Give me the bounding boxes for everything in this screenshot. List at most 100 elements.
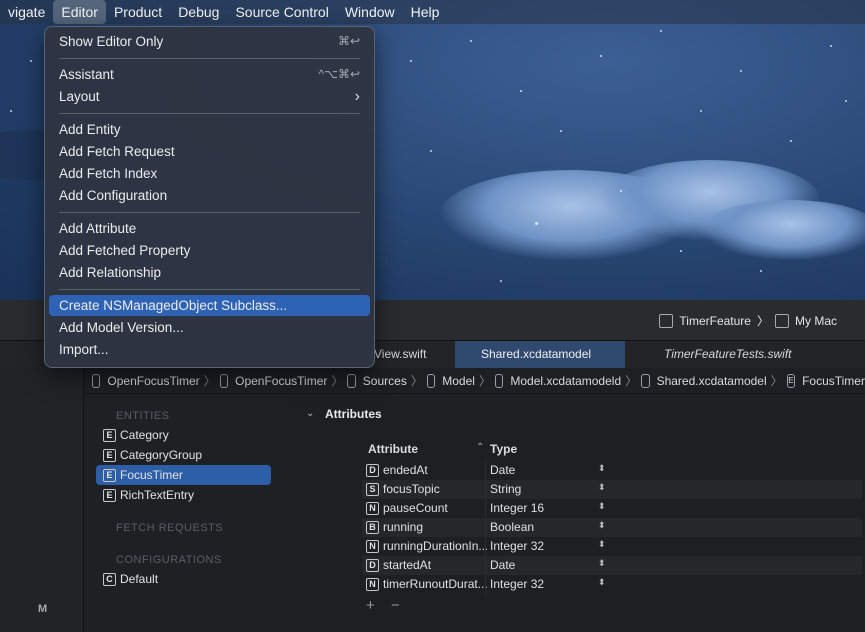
stepper-icon[interactable]: ⬍ bbox=[598, 501, 606, 512]
entity-rich-text-entry[interactable]: E RichTextEntry bbox=[96, 485, 271, 505]
attribute-type[interactable]: Integer 32 bbox=[490, 577, 544, 591]
scheme-selector[interactable]: TimerFeature 〉 My Mac bbox=[659, 312, 837, 329]
attribute-name[interactable]: runningDurationIn... bbox=[383, 539, 487, 553]
menu-item-add-fetch-request[interactable]: Add Fetch Request bbox=[49, 141, 370, 162]
scheme-name: TimerFeature bbox=[679, 313, 751, 328]
crumb-target[interactable]: OpenFocusTimer bbox=[235, 374, 327, 388]
menu-item-import[interactable]: Import... bbox=[49, 339, 370, 360]
menu-item-layout[interactable]: Layout › bbox=[49, 86, 370, 107]
crumb-model[interactable]: Model bbox=[442, 374, 475, 388]
stepper-icon[interactable]: ⬍ bbox=[598, 463, 606, 474]
entity-label: RichTextEntry bbox=[120, 488, 195, 502]
menu-item-add-fetched-property[interactable]: Add Fetched Property bbox=[49, 240, 370, 261]
mac-icon bbox=[775, 313, 789, 328]
entity-label: FocusTimer bbox=[120, 468, 183, 482]
entity-icon: E bbox=[786, 373, 796, 388]
entity-badge-icon: E bbox=[103, 489, 116, 502]
target-icon bbox=[219, 373, 229, 388]
attribute-row[interactable]: S focusTopic String ⬍ bbox=[362, 480, 862, 499]
tab-shared-xcdatamodel[interactable]: Shared.xcdatamodel bbox=[455, 341, 625, 368]
star bbox=[740, 70, 742, 72]
menu-item-add-entity[interactable]: Add Entity bbox=[49, 119, 370, 140]
crumb-xcdatamodel[interactable]: Shared.xcdatamodel bbox=[657, 374, 767, 388]
crumb-separator: 〉 bbox=[410, 374, 423, 388]
chevron-down-icon[interactable]: ⌄ bbox=[306, 408, 314, 419]
menu-item-label: Add Fetched Property bbox=[59, 243, 191, 258]
attribute-row[interactable]: N pauseCount Integer 16 ⬍ bbox=[362, 499, 862, 518]
stepper-icon[interactable]: ⬍ bbox=[598, 520, 606, 531]
attribute-row[interactable]: D startedAt Date ⬍ bbox=[362, 556, 862, 575]
menu-item-label: Add Fetch Index bbox=[59, 166, 158, 181]
remove-attribute-button[interactable]: − bbox=[391, 597, 400, 614]
attribute-name[interactable]: endedAt bbox=[383, 463, 487, 477]
tab-timer-feature-tests[interactable]: TimerFeatureTests.swift bbox=[628, 341, 808, 368]
attribute-name[interactable]: pauseCount bbox=[383, 501, 487, 515]
add-attribute-button[interactable]: + bbox=[366, 597, 375, 614]
menu-separator bbox=[59, 212, 360, 213]
star bbox=[620, 190, 622, 192]
menu-item-add-configuration[interactable]: Add Configuration bbox=[49, 185, 370, 206]
menu-item-add-model-version[interactable]: Add Model Version... bbox=[49, 317, 370, 338]
menu-item-add-relationship[interactable]: Add Relationship bbox=[49, 262, 370, 283]
menu-source-control[interactable]: Source Control bbox=[227, 0, 336, 24]
datamodel-icon bbox=[641, 373, 650, 388]
crumb-xcdatamodeld[interactable]: Model.xcdatamodeld bbox=[510, 374, 621, 388]
attribute-name[interactable]: startedAt bbox=[383, 558, 487, 572]
menu-item-label: Show Editor Only bbox=[59, 34, 164, 49]
star bbox=[845, 100, 847, 102]
menu-debug[interactable]: Debug bbox=[170, 0, 227, 24]
configuration-default[interactable]: C Default bbox=[96, 569, 271, 589]
star bbox=[600, 55, 602, 57]
menu-product[interactable]: Product bbox=[106, 0, 170, 24]
crumb-sources[interactable]: Sources bbox=[363, 374, 407, 388]
attribute-type[interactable]: Date bbox=[490, 463, 515, 477]
menu-item-add-fetch-index[interactable]: Add Fetch Index bbox=[49, 163, 370, 184]
crumb-separator: 〉 bbox=[478, 374, 491, 388]
menu-editor[interactable]: Editor bbox=[53, 0, 106, 24]
source-control-status: M bbox=[38, 603, 48, 615]
attribute-type[interactable]: Integer 32 bbox=[490, 539, 544, 553]
type-badge-icon: N bbox=[366, 502, 379, 515]
attribute-row[interactable]: N runningDurationIn... Integer 32 ⬍ bbox=[362, 537, 862, 556]
crumb-entity[interactable]: FocusTimer bbox=[802, 374, 865, 388]
menu-bar: vigate Editor Product Debug Source Contr… bbox=[0, 0, 865, 24]
stepper-icon[interactable]: ⬍ bbox=[598, 482, 606, 493]
entity-focus-timer[interactable]: E FocusTimer bbox=[96, 465, 271, 485]
stepper-icon[interactable]: ⬍ bbox=[598, 539, 606, 550]
entity-category[interactable]: E Category bbox=[96, 425, 271, 445]
stepper-icon[interactable]: ⬍ bbox=[598, 577, 606, 588]
wallpaper-cloud bbox=[700, 200, 865, 260]
tab-view-swift[interactable]: rView.swift bbox=[370, 341, 450, 368]
star bbox=[500, 280, 502, 282]
attribute-name[interactable]: running bbox=[383, 520, 487, 534]
menu-item-assistant[interactable]: Assistant ^⌥⌘↩ bbox=[49, 64, 370, 85]
menu-help[interactable]: Help bbox=[403, 0, 448, 24]
attribute-type[interactable]: Boolean bbox=[490, 520, 534, 534]
entity-category-group[interactable]: E CategoryGroup bbox=[96, 445, 271, 465]
crumb-project[interactable]: OpenFocusTimer bbox=[107, 374, 199, 388]
attribute-name[interactable]: timerRunoutDurat... bbox=[383, 577, 487, 591]
attribute-row[interactable]: B running Boolean ⬍ bbox=[362, 518, 862, 537]
star bbox=[790, 140, 792, 142]
entities-header: ENTITIES bbox=[116, 410, 170, 422]
attribute-type[interactable]: String bbox=[490, 482, 521, 496]
datamodel-bundle-icon bbox=[494, 373, 504, 388]
menu-navigate[interactable]: vigate bbox=[0, 0, 53, 24]
menu-item-create-nsmanagedobject-subclass[interactable]: Create NSManagedObject Subclass... bbox=[49, 295, 370, 316]
menu-item-add-attribute[interactable]: Add Attribute bbox=[49, 218, 370, 239]
menu-item-show-editor-only[interactable]: Show Editor Only ⌘↩ bbox=[49, 31, 370, 52]
attribute-row[interactable]: D endedAt Date ⬍ bbox=[362, 461, 862, 480]
attribute-type[interactable]: Date bbox=[490, 558, 515, 572]
menu-window[interactable]: Window bbox=[337, 0, 403, 24]
column-header-attribute[interactable]: Attribute bbox=[368, 442, 418, 456]
star bbox=[10, 110, 12, 112]
destination-name[interactable]: My Mac bbox=[795, 314, 837, 328]
attribute-name[interactable]: focusTopic bbox=[383, 482, 487, 496]
column-divider bbox=[485, 460, 486, 596]
stepper-icon[interactable]: ⬍ bbox=[598, 558, 606, 569]
column-header-type[interactable]: Type bbox=[490, 442, 517, 456]
star bbox=[410, 60, 412, 62]
attribute-type[interactable]: Integer 16 bbox=[490, 501, 544, 515]
attribute-row[interactable]: N timerRunoutDurat... Integer 32 ⬍ bbox=[362, 575, 862, 594]
menu-separator bbox=[59, 113, 360, 114]
